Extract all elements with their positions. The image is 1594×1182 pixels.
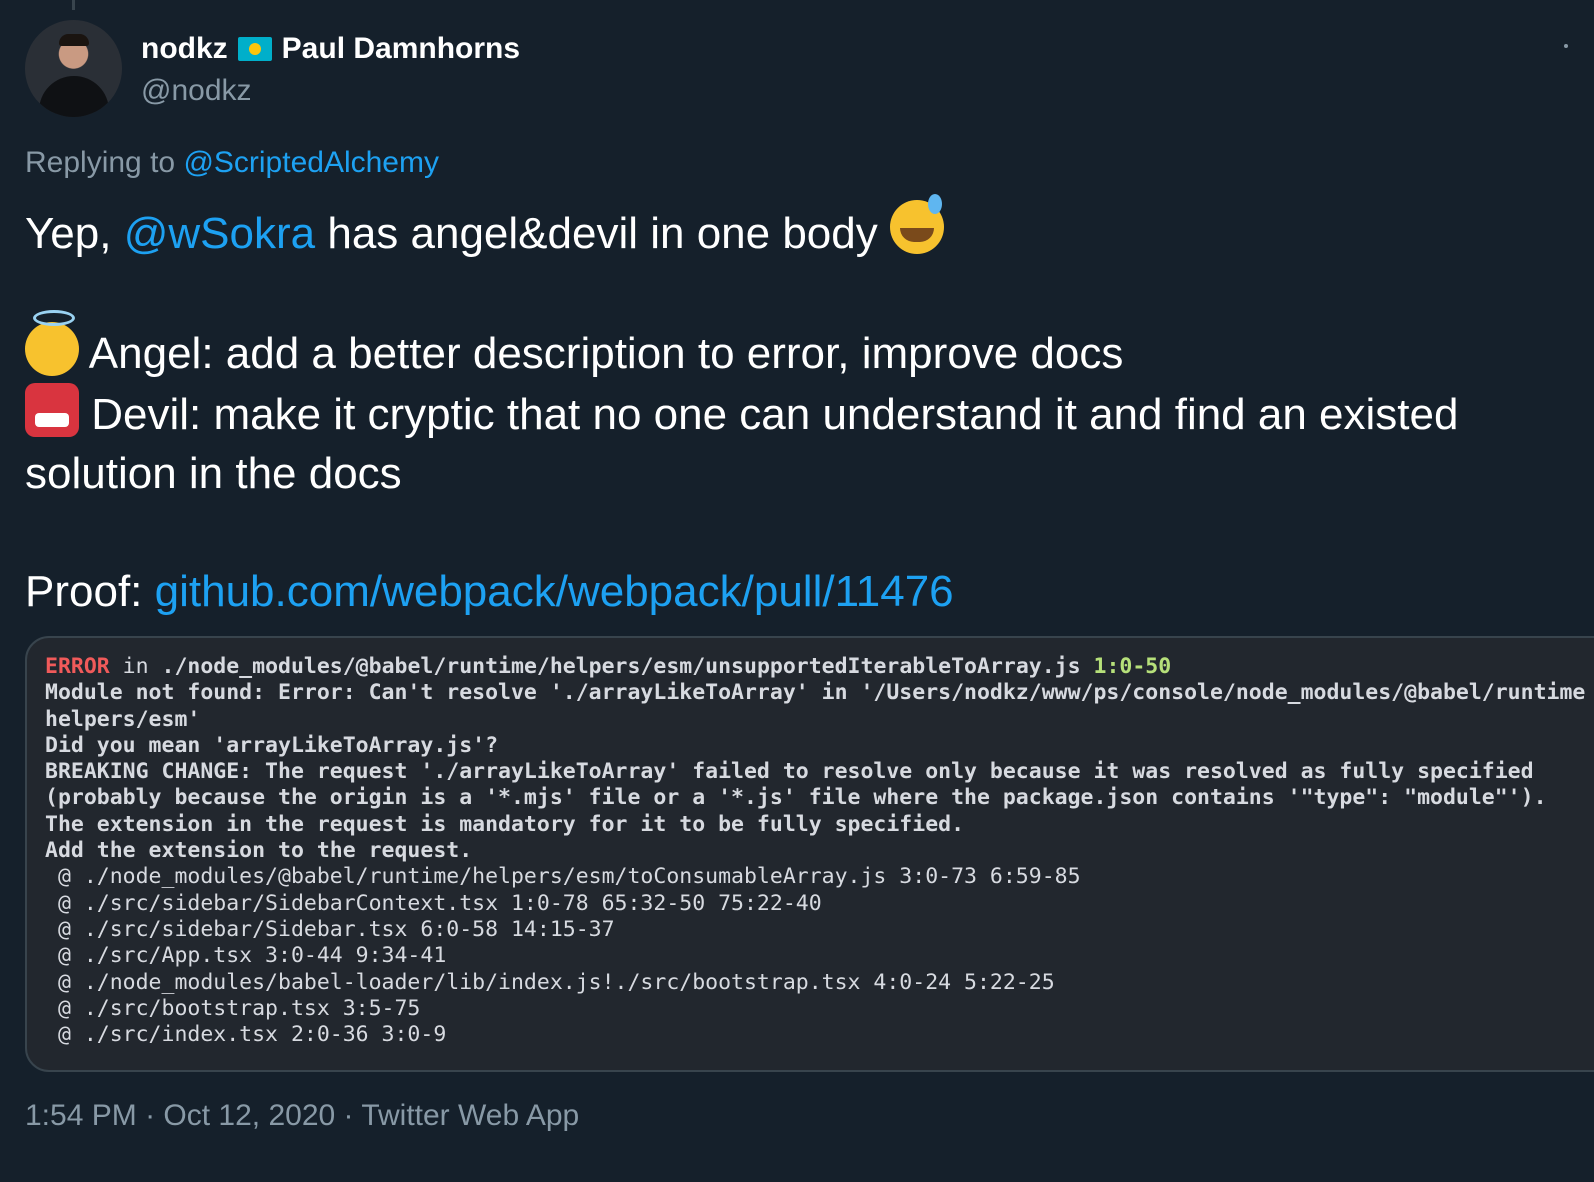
proof-link[interactable]: github.com/webpack/webpack/pull/11476 bbox=[155, 567, 954, 616]
error-screenshot-card[interactable]: ERROR in ./node_modules/@babel/runtime/h… bbox=[25, 636, 1594, 1072]
tweet-meta: 1:54 PM · Oct 12, 2020 · Twitter Web App bbox=[25, 1099, 579, 1133]
error-code-block: ERROR in ./node_modules/@babel/runtime/h… bbox=[45, 654, 1585, 1048]
tweet-source[interactable]: Twitter Web App bbox=[361, 1099, 579, 1132]
tweet-text: Yep, @wSokra has angel&devil in one body… bbox=[25, 194, 1565, 621]
code-line: (probably because the origin is a '*.mjs… bbox=[45, 785, 1547, 811]
error-file: ./node_modules/@babel/runtime/helpers/es… bbox=[161, 654, 1081, 679]
name-row[interactable]: nodkz Paul Damnhorns bbox=[141, 30, 520, 68]
tweet-line1-suffix: has angel&devil in one body bbox=[327, 209, 878, 258]
devil-text: Devil: make it cryptic that no one can u… bbox=[25, 390, 1459, 498]
avatar-hair bbox=[59, 34, 89, 46]
tweet-time[interactable]: 1:54 PM bbox=[25, 1099, 137, 1132]
error-in-word: in bbox=[109, 654, 162, 679]
trace-line: @ ./src/sidebar/SidebarContext.tsx 1:0-7… bbox=[45, 890, 822, 916]
trace-line: @ ./src/index.tsx 2:0-36 3:0-9 bbox=[45, 1022, 447, 1048]
code-line: Did you mean 'arrayLikeToArray.js'? bbox=[45, 732, 499, 758]
angel-text: Angel: add a better description to error… bbox=[88, 329, 1124, 378]
more-options-icon[interactable] bbox=[1564, 44, 1568, 48]
replying-to: Replying to @ScriptedAlchemy bbox=[25, 146, 439, 180]
proof-line: Proof: github.com/webpack/webpack/pull/1… bbox=[25, 562, 1565, 621]
grinning-sweat-emoji-icon bbox=[890, 194, 944, 254]
tweet-date[interactable]: Oct 12, 2020 bbox=[163, 1099, 335, 1132]
kazakhstan-flag-icon bbox=[237, 37, 272, 61]
code-line: Add the extension to the request. bbox=[45, 838, 473, 864]
author-username[interactable]: nodkz bbox=[141, 32, 228, 66]
trace-line: @ ./src/bootstrap.tsx 3:5-75 bbox=[45, 995, 421, 1021]
angel-line: Angel: add a better description to error… bbox=[25, 310, 1565, 383]
avatar[interactable] bbox=[25, 20, 122, 117]
replying-to-mention[interactable]: @ScriptedAlchemy bbox=[183, 146, 439, 179]
trace-line: @ ./src/sidebar/Sidebar.tsx 6:0-58 14:15… bbox=[45, 916, 615, 942]
code-line: helpers/esm' bbox=[45, 706, 201, 732]
meta-separator: · bbox=[335, 1099, 362, 1132]
trace-line: @ ./node_modules/@babel/runtime/helpers/… bbox=[45, 864, 1081, 890]
avatar-body bbox=[39, 76, 109, 117]
error-location: 1:0-50 bbox=[1093, 654, 1172, 679]
trace-line: @ ./src/App.tsx 3:0-44 9:34-41 bbox=[45, 943, 447, 969]
tweet-line-1: Yep, @wSokra has angel&devil in one body bbox=[25, 194, 1565, 263]
author-display-name[interactable]: Paul Damnhorns bbox=[282, 32, 520, 66]
code-line: Module not found: Error: Can't resolve '… bbox=[45, 680, 1586, 706]
meta-separator: · bbox=[136, 1099, 164, 1132]
tweet-line1-prefix: Yep, bbox=[25, 209, 112, 258]
error-tag: ERROR bbox=[45, 654, 110, 679]
devil-line: Devil: make it cryptic that no one can u… bbox=[25, 383, 1565, 503]
author-handle[interactable]: @nodkz bbox=[141, 74, 520, 108]
trace-line: @ ./node_modules/babel-loader/lib/index.… bbox=[45, 969, 1055, 995]
tweet-header: nodkz Paul Damnhorns @nodkz bbox=[141, 30, 520, 108]
mention-link[interactable]: @wSokra bbox=[124, 209, 315, 258]
ogre-emoji-icon bbox=[25, 383, 79, 437]
angel-emoji-icon bbox=[25, 310, 79, 376]
replying-to-label: Replying to bbox=[25, 146, 176, 179]
code-line: The extension in the request is mandator… bbox=[45, 811, 965, 837]
proof-label: Proof: bbox=[25, 567, 143, 616]
thread-connector-line bbox=[72, 0, 75, 10]
code-line: BREAKING CHANGE: The request './arrayLik… bbox=[45, 759, 1534, 785]
